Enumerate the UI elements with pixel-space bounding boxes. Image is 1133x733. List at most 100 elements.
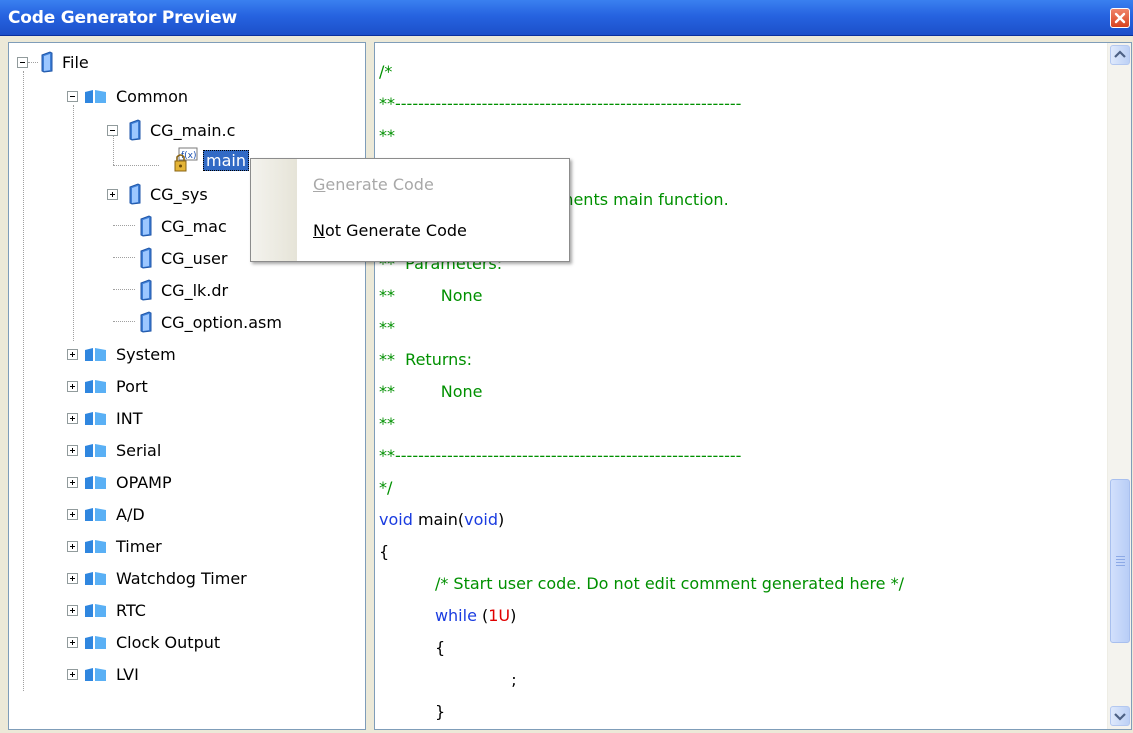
menu-item-generate-code[interactable]: Generate Code [313, 175, 434, 194]
code-token: */ [379, 477, 393, 497]
tree-item-file[interactable]: File [17, 47, 89, 77]
code-token: ; [379, 669, 517, 689]
tree-item-port[interactable]: Port [67, 371, 148, 401]
tree-item-clock-output[interactable]: Clock Output [67, 627, 220, 657]
folder-icon [85, 636, 106, 649]
collapse-toggle[interactable] [67, 90, 78, 102]
tree-item-label: CG_mac [161, 216, 227, 236]
scroll-up-button[interactable] [1110, 45, 1130, 65]
tree-item-int[interactable]: INT [67, 403, 142, 433]
expand-toggle[interactable] [67, 412, 78, 424]
folder-icon [85, 508, 106, 521]
menu-item-label: ot Generate Code [324, 221, 467, 240]
tree-item-label: INT [116, 408, 143, 428]
code-token: while [434, 605, 477, 625]
code-token: } [379, 701, 446, 721]
code-token: { [379, 637, 446, 657]
code-token: ** [379, 125, 395, 145]
collapse-toggle[interactable] [107, 124, 118, 136]
file-icon [140, 311, 152, 333]
expand-toggle[interactable] [67, 380, 78, 392]
tree-item-label: OPAMP [116, 472, 172, 492]
folder-icon [85, 444, 106, 457]
code-line: ** None [379, 279, 483, 311]
tree-item-label: Common [116, 86, 189, 106]
tree-item-label: CG_sys [150, 184, 208, 204]
tree-item-cg-mac[interactable]: CG_mac [139, 211, 227, 241]
tree-item-label: System [116, 344, 176, 364]
expand-toggle[interactable] [67, 604, 78, 616]
tree-item-serial[interactable]: Serial [67, 435, 161, 465]
expand-toggle[interactable] [67, 348, 78, 360]
tree-item-opamp[interactable]: OPAMP [67, 467, 172, 497]
folder-icon [85, 476, 106, 489]
scroll-down-button[interactable] [1110, 706, 1130, 726]
menu-item-mnemonic: G [313, 175, 326, 194]
close-button[interactable] [1110, 8, 1130, 28]
code-line: */ [379, 471, 392, 503]
close-icon [1114, 12, 1126, 24]
tree-item-lvi[interactable]: LVI [67, 659, 139, 689]
file-icon [140, 247, 152, 269]
expand-toggle[interactable] [67, 540, 78, 552]
tree-item-cg-sys[interactable]: CG_sys [107, 179, 208, 209]
code-line: { [379, 535, 389, 567]
tree-item-system[interactable]: System [67, 339, 176, 369]
collapse-toggle[interactable] [17, 56, 28, 68]
file-tree-pane[interactable]: File Common CG_main.c f(x) main CG_sys C… [8, 42, 366, 730]
tree-item-cg-option-asm[interactable]: CG_option.asm [139, 307, 282, 337]
code-token: void [379, 509, 413, 529]
code-line: **--------------------------------------… [379, 439, 741, 471]
expand-toggle[interactable] [67, 508, 78, 520]
code-token: void [464, 509, 499, 529]
tree-item-label: A/D [116, 504, 145, 524]
tree-item-cg-user[interactable]: CG_user [139, 243, 227, 273]
code-line: ; [379, 663, 517, 695]
tree-item-label: CG_user [161, 248, 228, 268]
expand-toggle[interactable] [67, 636, 78, 648]
scroll-thumb[interactable] [1110, 479, 1130, 643]
code-token: ** [379, 317, 395, 337]
expand-toggle[interactable] [67, 668, 78, 680]
tree-item-a-d[interactable]: A/D [67, 499, 145, 529]
code-token: ** Returns: [379, 349, 472, 369]
file-icon [41, 51, 53, 73]
tree-item-timer[interactable]: Timer [67, 531, 162, 561]
menu-item-mnemonic: N [313, 221, 325, 240]
folder-icon [85, 90, 106, 103]
title-bar[interactable]: Code Generator Preview [0, 0, 1133, 36]
code-token: 1U [488, 605, 511, 625]
context-menu[interactable]: Generate Code Not Generate Code [250, 158, 570, 262]
expand-toggle[interactable] [67, 572, 78, 584]
folder-icon [85, 348, 106, 361]
file-icon [140, 215, 152, 237]
code-preview-pane[interactable]: /* **------------------------------------… [374, 42, 1132, 730]
tree-item-label: CG_main.c [150, 120, 236, 140]
vertical-scrollbar[interactable] [1107, 43, 1131, 729]
tree-item-label: LVI [116, 664, 139, 684]
tree-item-rtc[interactable]: RTC [67, 595, 146, 625]
tree-item-label: main [203, 149, 249, 171]
tree-item-common[interactable]: Common [67, 81, 188, 111]
code-line: ** [379, 407, 395, 439]
pane-splitter[interactable] [366, 42, 374, 730]
tree-item-label: File [62, 52, 89, 72]
tree-item-label: Clock Output [116, 632, 221, 652]
code-line: ** [379, 119, 395, 151]
code-line: void main(void) [379, 503, 504, 535]
locked-function-icon: f(x) [174, 147, 198, 172]
tree-item-main[interactable]: f(x) main [173, 145, 249, 175]
tree-item-cg-lk-dr[interactable]: CG_lk.dr [139, 275, 228, 305]
code-line: while (1U) [379, 599, 516, 631]
expand-toggle[interactable] [107, 188, 118, 200]
expand-toggle[interactable] [67, 476, 78, 488]
tree-item-label: Watchdog Timer [116, 568, 247, 588]
code-token: { [379, 541, 390, 561]
menu-item-not-generate-code[interactable]: Not Generate Code [313, 221, 467, 240]
expand-toggle[interactable] [67, 444, 78, 456]
tree-item-label: Port [116, 376, 148, 396]
tree-item-cg-main-c[interactable]: CG_main.c [107, 115, 235, 145]
code-token: ) [498, 509, 505, 529]
tree-item-watchdog-timer[interactable]: Watchdog Timer [67, 563, 247, 593]
